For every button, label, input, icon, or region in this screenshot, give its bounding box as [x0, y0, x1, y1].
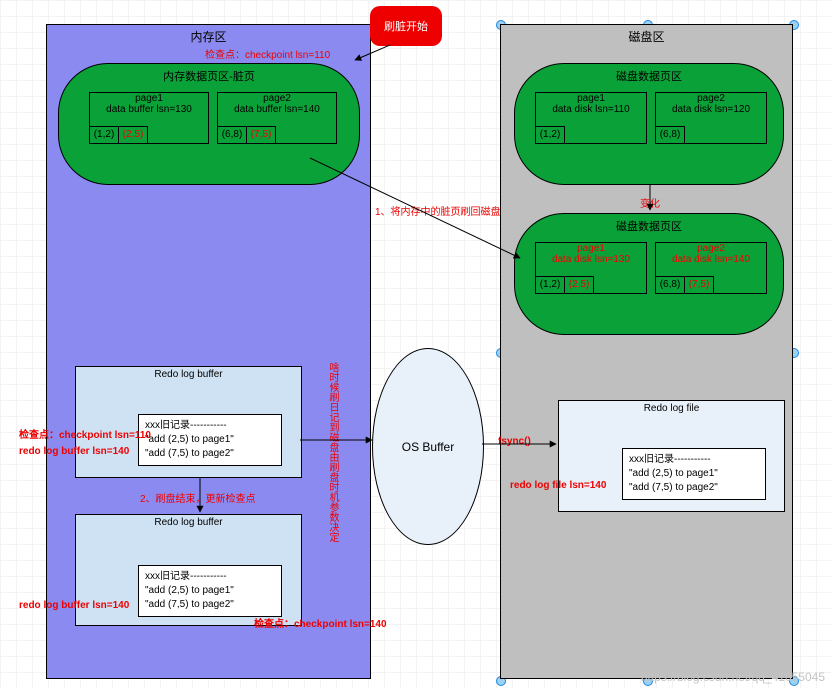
redo1-left-label-1: 检查点：checkpoint lsn=110	[19, 426, 151, 441]
cell: (6,8)	[655, 126, 685, 144]
cell-changed: (7,5)	[246, 126, 276, 144]
redo2-right-label: 检查点：checkpoint lsn=140	[254, 615, 387, 630]
mem-page2: page2 data buffer lsn=140 (6,8) (7,5)	[217, 92, 337, 144]
diagram-canvas: 内存区 磁盘区 刷脏开始 检查点：checkpoint lsn=110 内存数据…	[0, 0, 831, 688]
cell: (1,2)	[535, 276, 565, 294]
fsync-label: fsync()	[498, 436, 531, 447]
page-name: page2	[656, 93, 766, 104]
os-buffer: OS Buffer	[372, 348, 484, 545]
redo-file-record: xxx旧记录----------- "add (2,5) to page1" "…	[622, 448, 766, 500]
page-name: page1	[536, 93, 646, 104]
page-lsn: data disk lsn=140	[656, 254, 766, 265]
memory-data-block: 内存数据页区-脏页 page1 data buffer lsn=130 (1,2…	[58, 63, 360, 185]
page-lsn: data buffer lsn=130	[90, 104, 208, 115]
disk-before-page2: page2 data disk lsn=120 (6,8)	[655, 92, 767, 144]
disk-after-page2: page2 data disk lsn=140 (6,8) (7,5)	[655, 242, 767, 294]
redo2-left-label: redo log buffer lsn=140	[19, 600, 129, 611]
page-lsn: data disk lsn=120	[656, 104, 766, 115]
cell: (6,8)	[217, 126, 247, 144]
record-line: "add (2,5) to page1"	[629, 467, 759, 481]
page-name: page1	[536, 243, 646, 254]
page-lsn: data disk lsn=110	[536, 104, 646, 115]
redo1-left-label-2: redo log buffer lsn=140	[19, 446, 129, 457]
disk-data-block-before: 磁盘数据页区 page1 data disk lsn=110 (1,2) pag…	[514, 63, 784, 185]
mem-page1: page1 data buffer lsn=130 (1,2) (2,5)	[89, 92, 209, 144]
step2-label: 2、刷盘结束，更新检查点	[140, 490, 256, 505]
disk-after-page1: page1 data disk lsn=130 (1,2) (2,5)	[535, 242, 647, 294]
redo-title: Redo log buffer	[76, 367, 301, 380]
disk-before-page1: page1 data disk lsn=110 (1,2)	[535, 92, 647, 144]
record-line: "add (2,5) to page1"	[145, 433, 275, 447]
record-line: xxx旧记录-----------	[145, 570, 275, 584]
redo-title: Redo log buffer	[76, 515, 301, 528]
record-line: "add (7,5) to page2"	[145, 598, 275, 612]
memory-data-block-title: 内存数据页区-脏页	[59, 68, 359, 84]
redo-record-2: xxx旧记录----------- "add (2,5) to page1" "…	[138, 565, 282, 617]
cell: (1,2)	[535, 126, 565, 144]
arrow-label-1: 1、将内存中的脏页刷回磁盘	[375, 203, 501, 218]
disk-data-block-after: 磁盘数据页区 page1 data disk lsn=130 (1,2) (2,…	[514, 213, 784, 335]
cell-changed: (2,5)	[564, 276, 594, 294]
redo-record-1: xxx旧记录----------- "add (2,5) to page1" "…	[138, 414, 282, 466]
arrow-label-vertical: 啥时候刷日记到磁盘由刷盘时机参数决定	[326, 362, 339, 592]
cell-changed: (2,5)	[118, 126, 148, 144]
disk-region-title: 磁盘区	[501, 28, 792, 45]
redo-file-left-label: redo log file lsn=140	[510, 480, 606, 491]
change-label: 变化	[640, 195, 660, 210]
page-lsn: data buffer lsn=140	[218, 104, 336, 115]
record-line: "add (7,5) to page2"	[629, 481, 759, 495]
cell-changed: (7,5)	[684, 276, 714, 294]
cell: (1,2)	[89, 126, 119, 144]
record-line: xxx旧记录-----------	[145, 419, 275, 433]
record-line: "add (7,5) to page2"	[145, 447, 275, 461]
checkpoint-top-label: 检查点：checkpoint lsn=110	[205, 46, 330, 61]
disk-block-title: 磁盘数据页区	[515, 218, 783, 234]
page-name: page2	[656, 243, 766, 254]
page-name: page1	[90, 93, 208, 104]
os-buffer-label: OS Buffer	[402, 440, 454, 454]
redo-title: Redo log file	[559, 401, 784, 414]
cell: (6,8)	[655, 276, 685, 294]
page-name: page2	[218, 93, 336, 104]
flush-start-badge: 刷脏开始	[370, 6, 442, 46]
watermark: https://blog.csdn.net/qq_41055045	[641, 670, 825, 684]
disk-block-title: 磁盘数据页区	[515, 68, 783, 84]
record-line: xxx旧记录-----------	[629, 453, 759, 467]
memory-region-title: 内存区	[47, 28, 370, 45]
record-line: "add (2,5) to page1"	[145, 584, 275, 598]
page-lsn: data disk lsn=130	[536, 254, 646, 265]
